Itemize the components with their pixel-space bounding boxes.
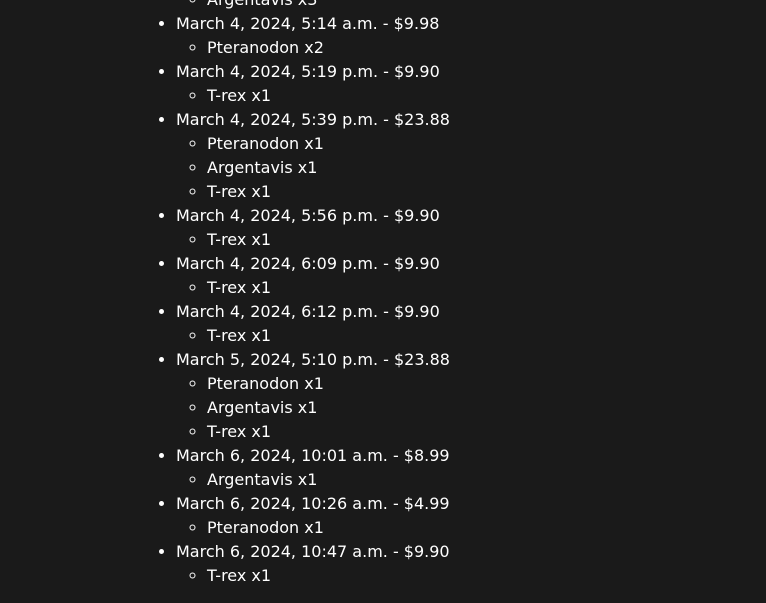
order-items-list: Pteranodon x1: [176, 516, 450, 540]
order-list-item: March 4, 2024, 5:39 p.m. - $23.88 Pteran…: [176, 108, 450, 204]
order-item: T-rex x1: [207, 564, 450, 588]
order-list-item: March 4, 2024, 5:14 a.m. - $9.98 Pterano…: [176, 12, 450, 60]
order-items-list: Pteranodon x2: [176, 36, 450, 60]
order-item-text: Argentavis x1: [207, 398, 318, 417]
order-item-text: Argentavis x1: [207, 470, 318, 489]
order-list-item: March 4, 2024, 6:09 p.m. - $9.90 T-rex x…: [176, 252, 450, 300]
order-header: March 4, 2024, 5:14 a.m. - $9.98: [176, 14, 440, 33]
order-item: Argentavis x1: [207, 156, 450, 180]
order-header: March 4, 2024, 5:56 p.m. - $9.90: [176, 206, 440, 225]
order-items-list: T-rex x1: [176, 276, 450, 300]
order-item: Argentavis x1: [207, 396, 450, 420]
order-list: Argentavis x3 March 4, 2024, 5:14 a.m. -…: [0, 0, 450, 588]
order-items-list: T-rex x1: [176, 228, 450, 252]
order-item-text: Pteranodon x1: [207, 134, 324, 153]
order-item: T-rex x1: [207, 228, 450, 252]
order-list-item: Argentavis x3: [176, 0, 450, 12]
order-items-list: Argentavis x3: [176, 0, 450, 12]
order-item-text: T-rex x1: [207, 230, 272, 249]
order-items-list: Argentavis x1: [176, 468, 450, 492]
order-item: T-rex x1: [207, 84, 450, 108]
order-item-text: Pteranodon x1: [207, 374, 324, 393]
order-header: March 6, 2024, 10:26 a.m. - $4.99: [176, 494, 450, 513]
order-list-item: March 6, 2024, 10:47 a.m. - $9.90 T-rex …: [176, 540, 450, 588]
order-item: T-rex x1: [207, 180, 450, 204]
order-item: Argentavis x1: [207, 468, 450, 492]
order-item: T-rex x1: [207, 324, 450, 348]
order-header: March 6, 2024, 10:01 a.m. - $8.99: [176, 446, 450, 465]
order-item: Pteranodon x1: [207, 516, 450, 540]
order-header: March 4, 2024, 5:19 p.m. - $9.90: [176, 62, 440, 81]
order-items-list: T-rex x1: [176, 564, 450, 588]
order-item-text: T-rex x1: [207, 182, 272, 201]
order-item-text: Pteranodon x2: [207, 38, 324, 57]
order-item: Argentavis x3: [207, 0, 450, 12]
order-item-text: T-rex x1: [207, 278, 272, 297]
order-item: Pteranodon x2: [207, 36, 450, 60]
order-list-item: March 4, 2024, 5:19 p.m. - $9.90 T-rex x…: [176, 60, 450, 108]
order-items-list: T-rex x1: [176, 324, 450, 348]
order-item-text: Argentavis x1: [207, 158, 318, 177]
order-header: March 5, 2024, 5:10 p.m. - $23.88: [176, 350, 450, 369]
order-item-text: T-rex x1: [207, 86, 272, 105]
order-list-item: March 4, 2024, 6:12 p.m. - $9.90 T-rex x…: [176, 300, 450, 348]
order-item-text: Pteranodon x1: [207, 518, 324, 537]
order-list-item: March 6, 2024, 10:01 a.m. - $8.99 Argent…: [176, 444, 450, 492]
order-item-text: T-rex x1: [207, 422, 272, 441]
order-item: Pteranodon x1: [207, 132, 450, 156]
order-history-page: Argentavis x3 March 4, 2024, 5:14 a.m. -…: [0, 0, 766, 603]
order-items-list: Pteranodon x1 Argentavis x1 T-rex x1: [176, 132, 450, 204]
order-items-list: Pteranodon x1 Argentavis x1 T-rex x1: [176, 372, 450, 444]
order-header: March 4, 2024, 5:39 p.m. - $23.88: [176, 110, 450, 129]
order-item-text: Argentavis x3: [207, 0, 317, 9]
order-list-item: March 4, 2024, 5:56 p.m. - $9.90 T-rex x…: [176, 204, 450, 252]
order-items-list: T-rex x1: [176, 84, 450, 108]
order-item-text: T-rex x1: [207, 566, 272, 585]
order-list-item: March 6, 2024, 10:26 a.m. - $4.99 Pteran…: [176, 492, 450, 540]
order-header: March 4, 2024, 6:09 p.m. - $9.90: [176, 254, 440, 273]
order-list-item: March 5, 2024, 5:10 p.m. - $23.88 Pteran…: [176, 348, 450, 444]
order-item: T-rex x1: [207, 420, 450, 444]
order-header: March 6, 2024, 10:47 a.m. - $9.90: [176, 542, 450, 561]
order-item-text: T-rex x1: [207, 326, 272, 345]
order-item: T-rex x1: [207, 276, 450, 300]
order-header: March 4, 2024, 6:12 p.m. - $9.90: [176, 302, 440, 321]
order-item: Pteranodon x1: [207, 372, 450, 396]
